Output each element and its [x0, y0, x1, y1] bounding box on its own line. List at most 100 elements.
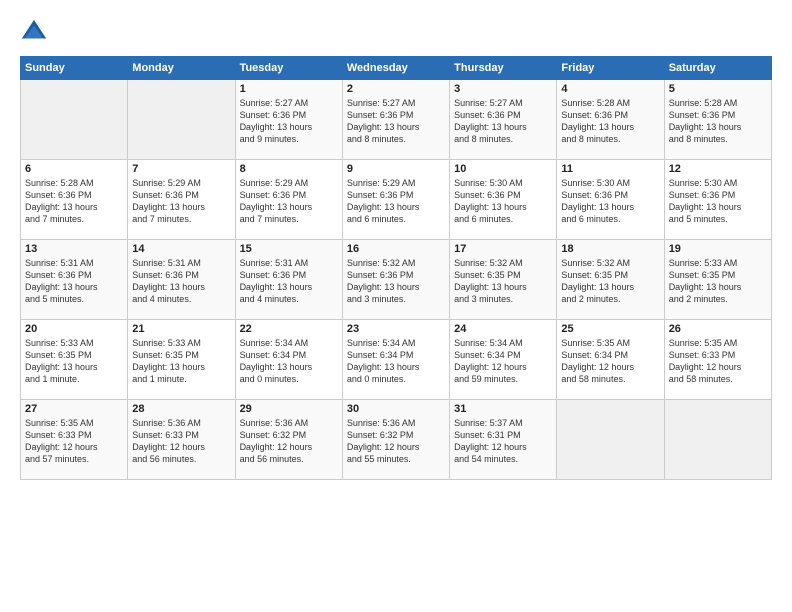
day-detail: Sunrise: 5:33 AM Sunset: 6:35 PM Dayligh…: [132, 337, 230, 386]
day-number: 1: [240, 83, 338, 95]
day-number: 29: [240, 403, 338, 415]
day-number: 8: [240, 163, 338, 175]
logo: [20, 18, 52, 46]
calendar-cell: 2 Sunrise: 5:27 AM Sunset: 6:36 PM Daylig…: [342, 80, 449, 160]
day-number: 12: [669, 163, 767, 175]
day-number: 31: [454, 403, 552, 415]
day-detail: Sunrise: 5:36 AM Sunset: 6:32 PM Dayligh…: [347, 417, 445, 466]
day-number: 3: [454, 83, 552, 95]
day-detail: Sunrise: 5:28 AM Sunset: 6:36 PM Dayligh…: [669, 97, 767, 146]
day-number: 15: [240, 243, 338, 255]
week-row-4: 20 Sunrise: 5:33 AM Sunset: 6:35 PM Dayli…: [21, 320, 772, 400]
calendar-cell: [128, 80, 235, 160]
day-number: 14: [132, 243, 230, 255]
day-number: 11: [561, 163, 659, 175]
day-detail: Sunrise: 5:27 AM Sunset: 6:36 PM Dayligh…: [347, 97, 445, 146]
calendar-cell: 29 Sunrise: 5:36 AM Sunset: 6:32 PM Dayli…: [235, 400, 342, 480]
week-row-2: 6 Sunrise: 5:28 AM Sunset: 6:36 PM Daylig…: [21, 160, 772, 240]
calendar-cell: 5 Sunrise: 5:28 AM Sunset: 6:36 PM Daylig…: [664, 80, 771, 160]
header: [20, 18, 772, 46]
day-detail: Sunrise: 5:27 AM Sunset: 6:36 PM Dayligh…: [240, 97, 338, 146]
calendar-cell: 24 Sunrise: 5:34 AM Sunset: 6:34 PM Dayli…: [450, 320, 557, 400]
day-detail: Sunrise: 5:33 AM Sunset: 6:35 PM Dayligh…: [25, 337, 123, 386]
day-number: 24: [454, 323, 552, 335]
day-number: 5: [669, 83, 767, 95]
calendar-cell: [557, 400, 664, 480]
day-detail: Sunrise: 5:36 AM Sunset: 6:33 PM Dayligh…: [132, 417, 230, 466]
logo-icon: [20, 18, 48, 46]
calendar-cell: 14 Sunrise: 5:31 AM Sunset: 6:36 PM Dayli…: [128, 240, 235, 320]
day-detail: Sunrise: 5:30 AM Sunset: 6:36 PM Dayligh…: [454, 177, 552, 226]
calendar-cell: 9Sunrise: 5:29 AM Sunset: 6:36 PM Daylig…: [342, 160, 449, 240]
calendar-cell: 12 Sunrise: 5:30 AM Sunset: 6:36 PM Dayli…: [664, 160, 771, 240]
day-number: 30: [347, 403, 445, 415]
day-detail: Sunrise: 5:34 AM Sunset: 6:34 PM Dayligh…: [454, 337, 552, 386]
calendar-cell: 25 Sunrise: 5:35 AM Sunset: 6:34 PM Dayli…: [557, 320, 664, 400]
weekday-header-thursday: Thursday: [450, 57, 557, 80]
calendar-cell: 16 Sunrise: 5:32 AM Sunset: 6:36 PM Dayli…: [342, 240, 449, 320]
day-detail: Sunrise: 5:34 AM Sunset: 6:34 PM Dayligh…: [240, 337, 338, 386]
calendar-cell: [21, 80, 128, 160]
calendar-cell: 3 Sunrise: 5:27 AM Sunset: 6:36 PM Daylig…: [450, 80, 557, 160]
day-number: 25: [561, 323, 659, 335]
day-number: 13: [25, 243, 123, 255]
day-detail: Sunrise: 5:31 AM Sunset: 6:36 PM Dayligh…: [25, 257, 123, 306]
calendar-cell: 19Sunrise: 5:33 AM Sunset: 6:35 PM Dayli…: [664, 240, 771, 320]
day-number: 27: [25, 403, 123, 415]
calendar-cell: 30 Sunrise: 5:36 AM Sunset: 6:32 PM Dayli…: [342, 400, 449, 480]
weekday-header-saturday: Saturday: [664, 57, 771, 80]
day-detail: Sunrise: 5:27 AM Sunset: 6:36 PM Dayligh…: [454, 97, 552, 146]
day-detail: Sunrise: 5:35 AM Sunset: 6:33 PM Dayligh…: [25, 417, 123, 466]
calendar-cell: 10 Sunrise: 5:30 AM Sunset: 6:36 PM Dayli…: [450, 160, 557, 240]
calendar-cell: 20 Sunrise: 5:33 AM Sunset: 6:35 PM Dayli…: [21, 320, 128, 400]
day-number: 9: [347, 163, 445, 175]
day-detail: Sunrise: 5:28 AM Sunset: 6:36 PM Dayligh…: [25, 177, 123, 226]
day-number: 16: [347, 243, 445, 255]
calendar-cell: 21Sunrise: 5:33 AM Sunset: 6:35 PM Dayli…: [128, 320, 235, 400]
day-number: 23: [347, 323, 445, 335]
day-detail: Sunrise: 5:30 AM Sunset: 6:36 PM Dayligh…: [561, 177, 659, 226]
calendar-cell: 26Sunrise: 5:35 AM Sunset: 6:33 PM Dayli…: [664, 320, 771, 400]
calendar-cell: 6 Sunrise: 5:28 AM Sunset: 6:36 PM Daylig…: [21, 160, 128, 240]
calendar-table: SundayMondayTuesdayWednesdayThursdayFrid…: [20, 56, 772, 480]
day-number: 4: [561, 83, 659, 95]
day-number: 6: [25, 163, 123, 175]
day-number: 22: [240, 323, 338, 335]
weekday-header-wednesday: Wednesday: [342, 57, 449, 80]
week-row-3: 13 Sunrise: 5:31 AM Sunset: 6:36 PM Dayli…: [21, 240, 772, 320]
calendar-cell: 18 Sunrise: 5:32 AM Sunset: 6:35 PM Dayli…: [557, 240, 664, 320]
calendar-body: 1 Sunrise: 5:27 AM Sunset: 6:36 PM Daylig…: [21, 80, 772, 480]
day-detail: Sunrise: 5:28 AM Sunset: 6:36 PM Dayligh…: [561, 97, 659, 146]
day-number: 10: [454, 163, 552, 175]
calendar-cell: [664, 400, 771, 480]
day-number: 7: [132, 163, 230, 175]
day-detail: Sunrise: 5:32 AM Sunset: 6:36 PM Dayligh…: [347, 257, 445, 306]
day-detail: Sunrise: 5:31 AM Sunset: 6:36 PM Dayligh…: [240, 257, 338, 306]
weekday-header-friday: Friday: [557, 57, 664, 80]
day-number: 18: [561, 243, 659, 255]
day-detail: Sunrise: 5:31 AM Sunset: 6:36 PM Dayligh…: [132, 257, 230, 306]
day-detail: Sunrise: 5:37 AM Sunset: 6:31 PM Dayligh…: [454, 417, 552, 466]
calendar-cell: 7 Sunrise: 5:29 AM Sunset: 6:36 PM Daylig…: [128, 160, 235, 240]
calendar-cell: 11 Sunrise: 5:30 AM Sunset: 6:36 PM Dayli…: [557, 160, 664, 240]
day-number: 28: [132, 403, 230, 415]
weekday-header-row: SundayMondayTuesdayWednesdayThursdayFrid…: [21, 57, 772, 80]
day-number: 19: [669, 243, 767, 255]
day-number: 17: [454, 243, 552, 255]
day-detail: Sunrise: 5:36 AM Sunset: 6:32 PM Dayligh…: [240, 417, 338, 466]
day-number: 20: [25, 323, 123, 335]
calendar-cell: 22 Sunrise: 5:34 AM Sunset: 6:34 PM Dayli…: [235, 320, 342, 400]
day-detail: Sunrise: 5:29 AM Sunset: 6:36 PM Dayligh…: [132, 177, 230, 226]
day-detail: Sunrise: 5:32 AM Sunset: 6:35 PM Dayligh…: [561, 257, 659, 306]
calendar-cell: 31 Sunrise: 5:37 AM Sunset: 6:31 PM Dayli…: [450, 400, 557, 480]
week-row-5: 27 Sunrise: 5:35 AM Sunset: 6:33 PM Dayli…: [21, 400, 772, 480]
weekday-header-monday: Monday: [128, 57, 235, 80]
day-number: 2: [347, 83, 445, 95]
calendar-cell: 23Sunrise: 5:34 AM Sunset: 6:34 PM Dayli…: [342, 320, 449, 400]
day-detail: Sunrise: 5:30 AM Sunset: 6:36 PM Dayligh…: [669, 177, 767, 226]
day-number: 26: [669, 323, 767, 335]
weekday-header-sunday: Sunday: [21, 57, 128, 80]
day-detail: Sunrise: 5:35 AM Sunset: 6:34 PM Dayligh…: [561, 337, 659, 386]
calendar-cell: 17Sunrise: 5:32 AM Sunset: 6:35 PM Dayli…: [450, 240, 557, 320]
calendar-cell: 28 Sunrise: 5:36 AM Sunset: 6:33 PM Dayli…: [128, 400, 235, 480]
